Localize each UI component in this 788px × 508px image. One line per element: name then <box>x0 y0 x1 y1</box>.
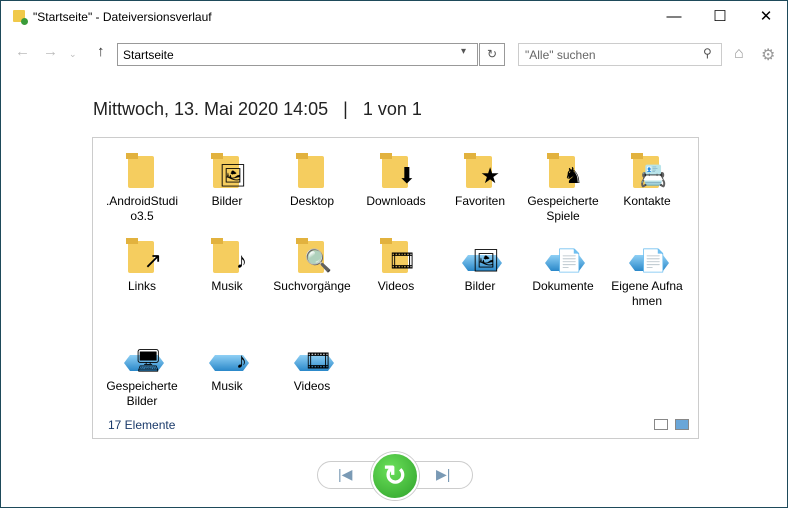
separator: | <box>343 99 348 119</box>
overlay-icon: 🔍 <box>304 248 332 273</box>
folder-icon: 🖼 <box>207 150 247 190</box>
forward-button[interactable]: → <box>43 43 58 60</box>
overlay-icon: 📄 <box>555 248 583 273</box>
overlay-icon: ♪ <box>236 248 247 273</box>
back-button[interactable]: ← <box>15 43 30 60</box>
list-item[interactable]: 🎞 Videos <box>357 235 435 294</box>
restore-button[interactable]: ↻ <box>371 452 419 500</box>
minimize-button[interactable]: — <box>651 1 697 33</box>
item-label: Desktop <box>289 194 335 208</box>
address-bar[interactable]: Startseite <box>117 43 478 66</box>
overlay-icon: 🖥 <box>134 348 162 373</box>
chevron-down-icon[interactable]: ▾ <box>461 46 466 57</box>
list-item[interactable]: ⬇ Downloads <box>357 150 435 209</box>
version-position: 1 von 1 <box>362 99 422 119</box>
title-bar: "Startseite" - Dateiversionsverlauf — ☐ … <box>1 1 788 33</box>
library-icon: ♪ <box>207 335 249 375</box>
item-label: Favoriten <box>454 194 506 208</box>
folder-icon: 🎞 <box>376 235 416 275</box>
version-date: Mittwoch, 13. Mai 2020 14:05 <box>93 99 329 119</box>
next-version-button[interactable]: ▶| <box>436 466 450 483</box>
folder-icon: ★ <box>460 150 500 190</box>
item-label: Musik <box>211 379 243 393</box>
previous-version-button[interactable]: |◀ <box>338 466 352 483</box>
large-icons-view-button[interactable] <box>675 419 689 430</box>
close-button[interactable]: ✕ <box>743 1 788 33</box>
list-item[interactable]: 🖥 Gespeicherte Bilder <box>103 335 181 409</box>
list-item[interactable]: 📄 Eigene Aufnahmen <box>608 235 686 309</box>
item-label: Suchvorgänge <box>273 279 351 293</box>
list-item[interactable]: 📄 Dokumente <box>524 235 602 294</box>
file-list: .AndroidStudio3.5 🖼 Bilder Desktop ⬇ Download… <box>92 137 699 439</box>
library-icon: 🖼 <box>460 235 502 275</box>
item-label: Gespeicherte Bilder <box>106 379 178 408</box>
up-button[interactable]: ↑ <box>97 43 105 60</box>
maximize-button[interactable]: ☐ <box>697 1 743 33</box>
overlay-icon: ↗ <box>143 248 162 273</box>
folder-icon: 🔍 <box>292 235 332 275</box>
search-input[interactable]: "Alle" suchen <box>518 43 722 66</box>
list-item[interactable]: 🔍 Suchvorgänge <box>273 235 351 294</box>
list-item[interactable]: 🖼 Bilder <box>188 150 266 209</box>
version-header: Mittwoch, 13. Mai 2020 14:05 | 1 von 1 <box>93 99 422 120</box>
list-item[interactable]: ★ Favoriten <box>441 150 519 209</box>
item-label: Kontakte <box>623 194 671 208</box>
item-label: Dokumente <box>532 279 594 293</box>
refresh-button[interactable]: ↻ <box>479 43 505 66</box>
folder-icon: ♪ <box>207 235 247 275</box>
list-item[interactable]: 🎞 Videos <box>273 335 351 394</box>
folder-icon: ⬇ <box>376 150 416 190</box>
folder-icon: ↗ <box>122 235 162 275</box>
details-view-button[interactable] <box>654 419 668 430</box>
list-item[interactable]: .AndroidStudio3.5 <box>103 150 181 224</box>
overlay-icon: ★ <box>480 163 500 188</box>
list-item[interactable]: ♞ Gespeicherte Spiele <box>524 150 602 224</box>
list-item[interactable]: ♪ Musik <box>188 235 266 294</box>
overlay-icon: 🎞 <box>304 348 332 373</box>
list-item[interactable]: 📇 Kontakte <box>608 150 686 209</box>
search-icon[interactable]: ⚲ <box>703 46 712 60</box>
file-history-icon <box>13 10 28 25</box>
item-label: Gespeicherte Spiele <box>527 194 599 223</box>
library-icon: 🎞 <box>292 335 334 375</box>
item-count: 17 Elemente <box>108 418 176 432</box>
item-label: Bilder <box>211 194 243 208</box>
overlay-icon: 🖼 <box>472 248 500 273</box>
list-item[interactable]: ♪ Musik <box>188 335 266 394</box>
recent-dropdown[interactable]: ⌄ <box>69 49 77 60</box>
item-label: Bilder <box>464 279 496 293</box>
item-label: Downloads <box>366 194 426 208</box>
folder-icon <box>292 150 332 190</box>
overlay-icon: 📇 <box>639 163 667 188</box>
item-label: Videos <box>293 379 331 393</box>
item-label: Eigene Aufnahmen <box>611 279 683 308</box>
item-label: Musik <box>211 279 243 293</box>
overlay-icon: ⬇ <box>397 163 416 188</box>
overlay-icon: 📄 <box>639 248 667 273</box>
list-item[interactable]: ↗ Links <box>103 235 181 294</box>
list-item[interactable]: Desktop <box>273 150 351 209</box>
item-label: .AndroidStudio3.5 <box>105 194 179 223</box>
item-label: Links <box>127 279 156 293</box>
folder-icon <box>122 150 162 190</box>
home-icon[interactable]: ⌂ <box>734 45 744 63</box>
list-item[interactable]: 🖼 Bilder <box>441 235 519 294</box>
library-icon: 📄 <box>627 235 669 275</box>
window-title: "Startseite" - Dateiversionsverlauf <box>33 10 212 24</box>
gear-icon[interactable]: ⚙ <box>761 45 775 65</box>
overlay-icon: 🖼 <box>219 163 247 188</box>
item-label: Videos <box>377 279 415 293</box>
overlay-icon: 🎞 <box>388 248 416 273</box>
overlay-icon: ♪ <box>236 348 247 373</box>
overlay-icon: ♞ <box>563 163 583 188</box>
folder-icon: 📇 <box>627 150 667 190</box>
library-icon: 🖥 <box>122 335 164 375</box>
folder-icon: ♞ <box>543 150 583 190</box>
library-icon: 📄 <box>543 235 585 275</box>
